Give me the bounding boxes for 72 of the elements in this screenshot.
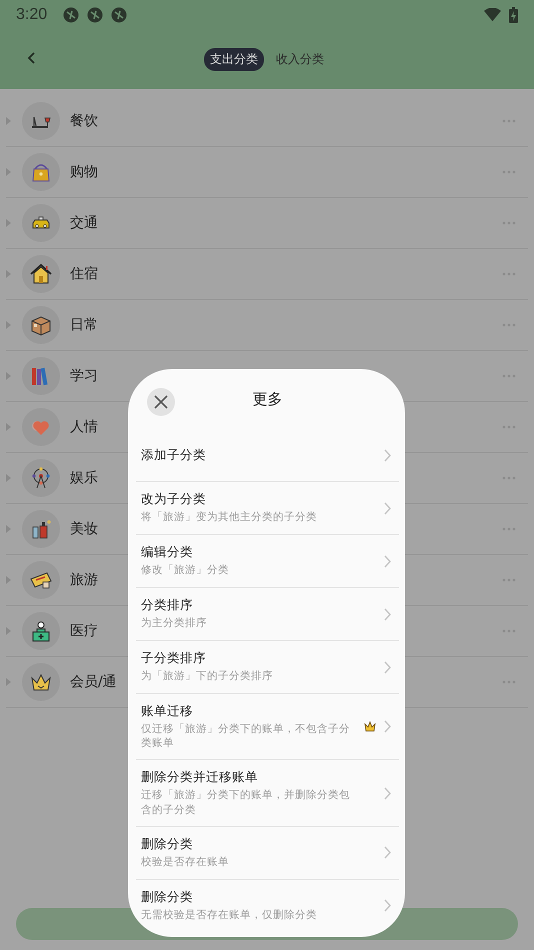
chevron-icon (384, 502, 391, 514)
category-name[interactable]: 购物 (70, 163, 98, 181)
menu-item[interactable]: 编辑分类 修改「旅游」分类 (136, 535, 399, 588)
expand-icon[interactable] (6, 168, 11, 176)
item-description: 无需校验是否存在账单，仅删除分类 (141, 908, 318, 922)
expand-icon[interactable] (6, 474, 11, 482)
item-description: 迁移「旅游」分类下的账单，并删除分类包含的子分类 (141, 788, 351, 817)
expand-icon[interactable] (6, 270, 11, 278)
menu-item[interactable]: 改为子分类 将「旅游」变为其他主分类的子分类 (136, 482, 399, 535)
menu-item[interactable]: 子分类排序 为「旅游」下的子分类排序 (136, 641, 399, 694)
category-name[interactable]: 美妆 (70, 520, 98, 538)
category-name[interactable]: 交通 (70, 214, 98, 232)
menu-item[interactable]: 删除分类 校验是否存在账单 (136, 826, 399, 880)
menu-item[interactable]: 删除分类 无需校验是否存在账单，仅删除分类 (136, 880, 399, 932)
notification-icon (63, 7, 80, 23)
item-title: 删除分类并迁移账单 (141, 769, 259, 786)
status-time: 3:20 (16, 6, 48, 24)
chevron-icon (384, 554, 391, 568)
notification-icon (87, 7, 104, 23)
expand-icon[interactable] (6, 219, 11, 227)
wifi-icon (484, 8, 501, 22)
chevron-icon (384, 448, 391, 462)
item-title: 分类排序 (141, 597, 194, 614)
item-description: 为主分类排序 (141, 616, 208, 631)
item-description: 校验是否存在账单 (141, 855, 230, 870)
category-name[interactable]: 人情 (70, 418, 98, 436)
close-button[interactable] (147, 388, 175, 416)
category-name[interactable]: 学习 (70, 367, 98, 385)
item-description: 为「旅游」下的子分类排序 (141, 669, 274, 684)
chevron-icon (384, 720, 391, 734)
chevron-icon (384, 786, 391, 800)
category-tab[interactable]: 支出分类 (204, 48, 264, 71)
item-title: 删除分类 (141, 836, 194, 854)
expand-icon[interactable] (6, 627, 11, 635)
crown-icon (364, 721, 376, 732)
item-description: 修改「旅游」分类 (141, 563, 230, 578)
expand-icon[interactable] (6, 525, 11, 533)
item-title: 改为子分类 (141, 491, 207, 508)
category-name[interactable]: 会员/通 (70, 673, 117, 691)
category-name[interactable]: 旅游 (70, 571, 98, 589)
item-description: 仅迁移「旅游」分类下的账单，不包含子分类账单 (141, 722, 351, 750)
category-name[interactable]: 医疗 (70, 622, 98, 640)
category-name[interactable]: 餐饮 (70, 112, 98, 130)
expand-icon[interactable] (6, 117, 11, 125)
item-title: 子分类排序 (141, 650, 207, 668)
menu-item[interactable]: 分类排序 为主分类排序 (136, 588, 399, 641)
category-tab[interactable]: 收入分类 (270, 48, 330, 71)
menu-item[interactable]: 添加子分类 (136, 429, 399, 482)
expand-icon[interactable] (6, 321, 11, 329)
category-name[interactable]: 日常 (70, 316, 98, 334)
category-name[interactable]: 娱乐 (70, 469, 98, 487)
house-icon (29, 262, 53, 286)
item-title: 删除分类 (141, 889, 194, 906)
expand-icon[interactable] (6, 372, 11, 380)
menu-item[interactable]: 删除分类并迁移账单 迁移「旅游」分类下的账单，并删除分类包含的子分类 (136, 760, 399, 827)
expand-icon[interactable] (6, 678, 11, 686)
item-description: 将「旅游」变为其他主分类的子分类 (141, 510, 318, 525)
notification-icon (111, 7, 128, 23)
sheet-title: 更多 (252, 390, 282, 408)
category-name[interactable]: 住宿 (70, 265, 98, 283)
menu-item[interactable]: 账单迁移 仅迁移「旅游」分类下的账单，不包含子分类账单 (136, 694, 399, 760)
chevron-icon (384, 660, 391, 674)
battery-icon (509, 7, 518, 23)
chevron-icon (384, 608, 391, 620)
chevron-icon (384, 899, 391, 912)
chevron-icon (384, 846, 391, 860)
item-title: 添加子分类 (141, 446, 207, 464)
close-icon (154, 395, 168, 409)
expand-icon[interactable] (6, 423, 11, 431)
item-title: 编辑分类 (141, 544, 194, 562)
item-title: 账单迁移 (141, 703, 194, 720)
expand-icon[interactable] (6, 576, 11, 584)
